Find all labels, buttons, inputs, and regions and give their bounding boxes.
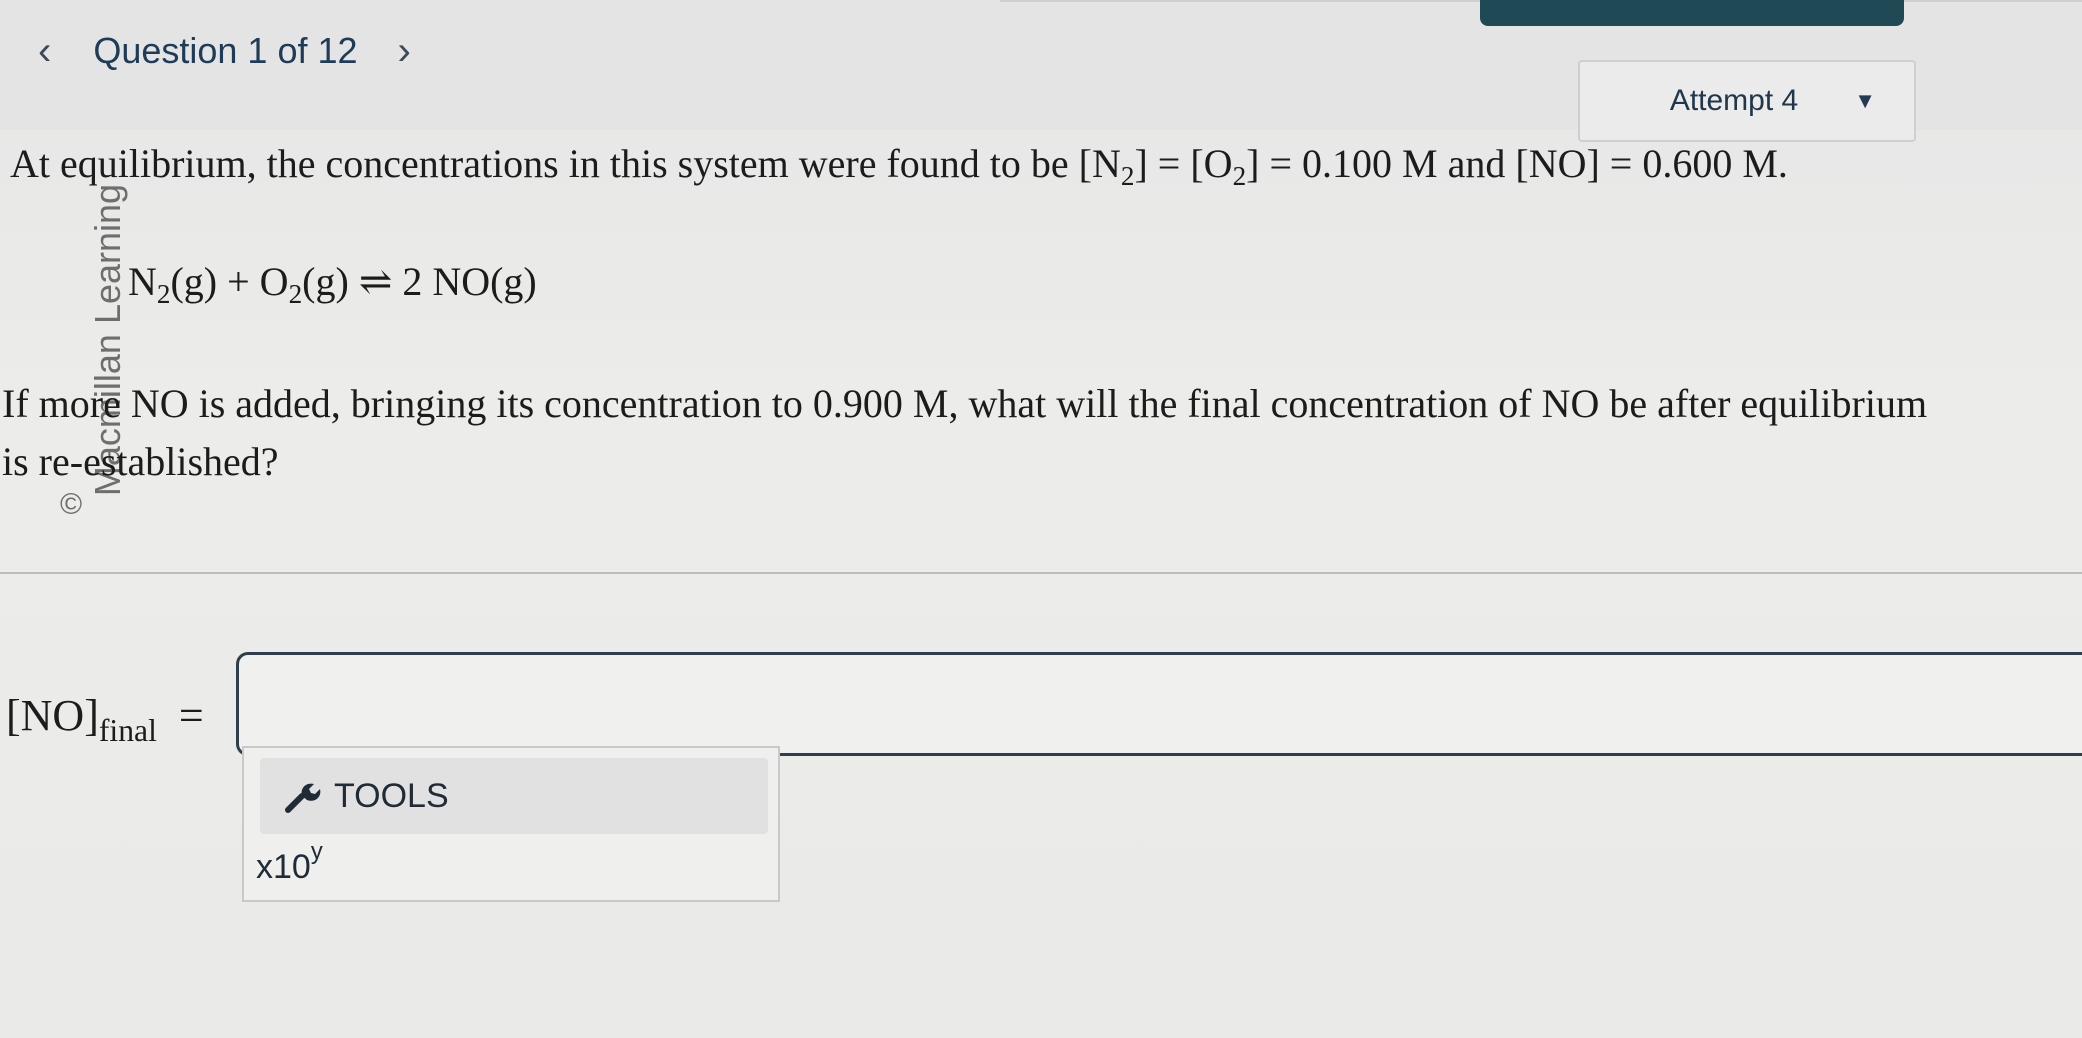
tools-label: TOOLS bbox=[334, 776, 449, 815]
attempt-label: Attempt 4 bbox=[1669, 84, 1799, 117]
header-action-button[interactable] bbox=[1480, 0, 1904, 26]
chemical-equation: N2(g) + O2(g) ⇌ 2 NO(g) bbox=[128, 259, 537, 310]
answer-label: [NO]final = bbox=[6, 691, 204, 749]
chevron-right-icon[interactable]: › bbox=[398, 29, 411, 74]
caret-down-icon: ▼ bbox=[1854, 88, 1876, 113]
tools-panel: TOOLS x10y bbox=[242, 746, 780, 902]
wrench-icon bbox=[285, 783, 321, 813]
question-counter: Question 1 of 12 bbox=[93, 30, 358, 71]
question-text-line3: is re-established? bbox=[2, 439, 279, 484]
chevron-left-icon[interactable]: ‹ bbox=[38, 29, 51, 74]
answer-input[interactable] bbox=[236, 652, 2082, 756]
question-text-line1: At equilibrium, the concentrations in th… bbox=[10, 141, 1788, 192]
copyright-icon: © bbox=[60, 488, 83, 521]
attempt-dropdown[interactable]: Attempt 4 ▼ bbox=[1578, 60, 1916, 142]
scientific-notation-button[interactable]: x10y bbox=[256, 840, 323, 887]
section-divider bbox=[0, 572, 2082, 574]
question-nav: ‹ Question 1 of 12 › bbox=[38, 26, 411, 76]
tools-button[interactable]: TOOLS bbox=[260, 758, 768, 834]
question-text-line2: If more NO is added, bringing its concen… bbox=[2, 381, 1928, 426]
